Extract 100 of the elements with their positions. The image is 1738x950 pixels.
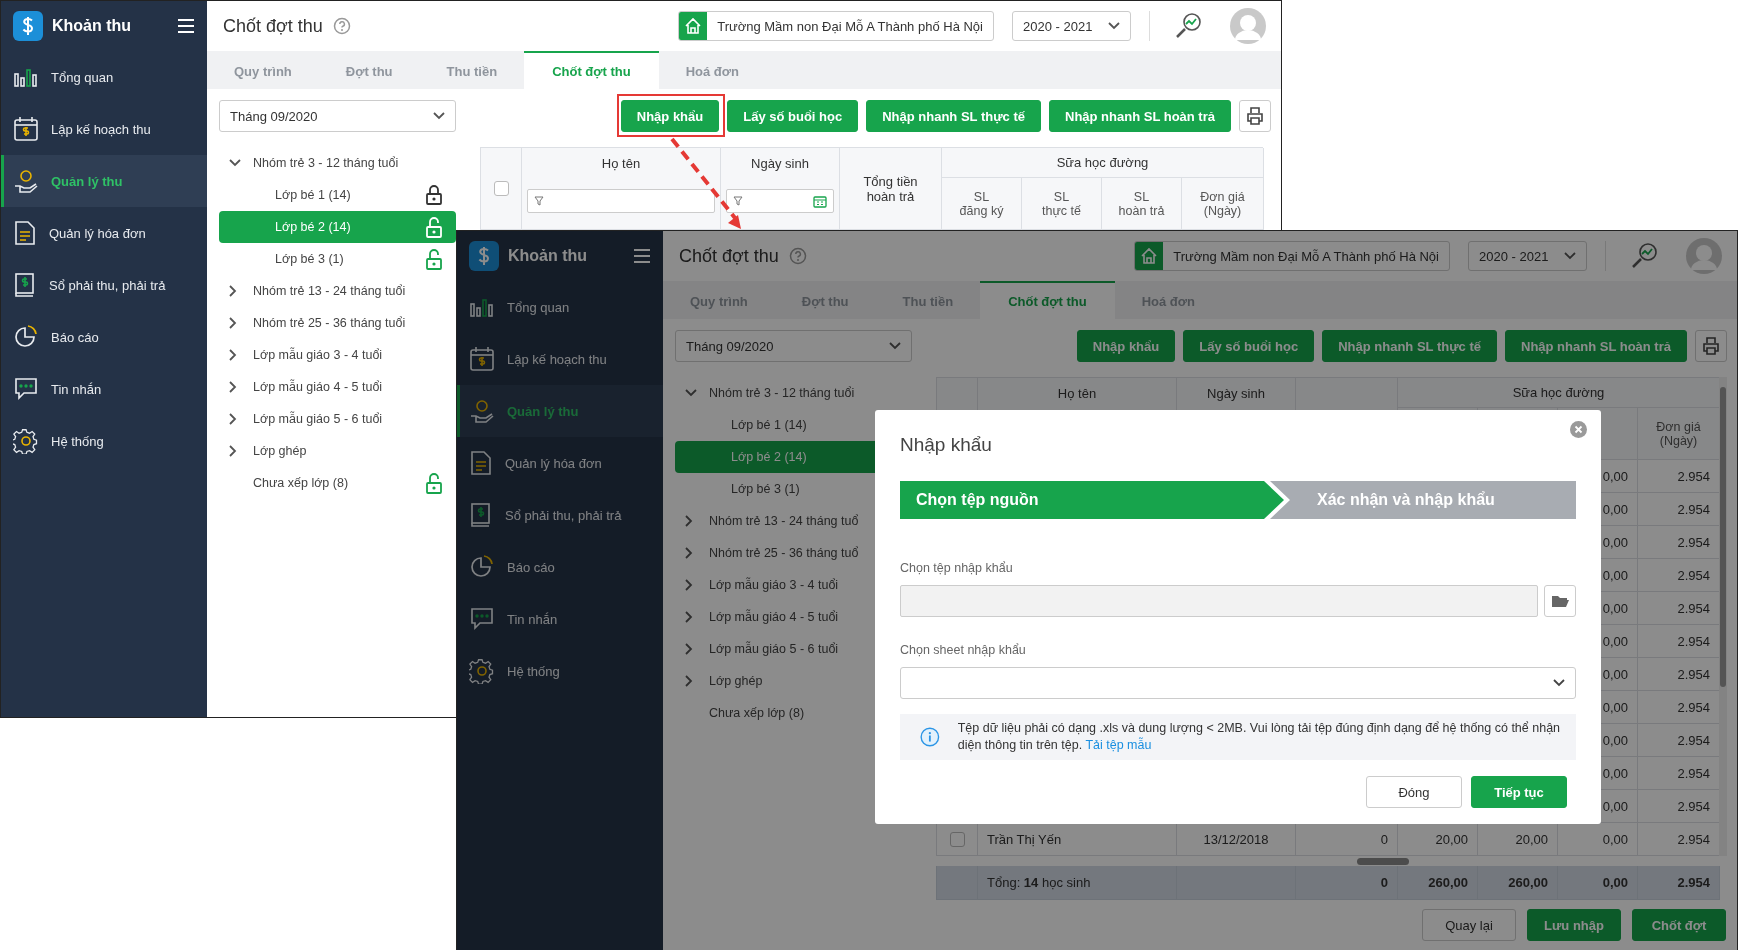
print-button[interactable] [1239, 100, 1271, 132]
table-cell: 0,00 [1602, 600, 1628, 616]
browse-button[interactable] [1544, 585, 1576, 617]
month-select[interactable]: Tháng 09/2020 [675, 330, 912, 362]
table-cell: 0,00 [1602, 666, 1628, 682]
nav-item[interactable]: Hệ thống [457, 645, 663, 697]
tree-item[interactable]: Nhóm trẻ 3 - 12 tháng tuổi [219, 147, 456, 179]
toolbar-button[interactable]: Nhập khẩu [620, 100, 720, 132]
tree-item[interactable]: Lớp mẫu giáo 5 - 6 tuổi [219, 403, 456, 435]
nav-item[interactable]: Báo cáo [457, 541, 663, 593]
year-select[interactable]: 2020 - 2021 [1468, 241, 1587, 271]
toolbar-button[interactable]: Lấy số buổi học [727, 100, 859, 132]
toolbar-button[interactable]: Nhập khẩu [1076, 330, 1176, 362]
table-cell: 0,00 [1602, 765, 1628, 781]
table-cell: 2.954 [1677, 468, 1710, 484]
tree-item[interactable]: Nhóm trẻ 3 - 12 tháng tuổi [675, 377, 912, 409]
nav-item[interactable]: Quản lý thu [457, 385, 663, 437]
tree-item[interactable]: Lớp mẫu giáo 3 - 4 tuổi [219, 339, 456, 371]
school-selector[interactable]: Trường Mầm non Đại Mỗ A Thành phố Hà Nội [1134, 241, 1450, 271]
scrollbar-thumb[interactable] [1357, 857, 1409, 865]
tab[interactable]: Chốt đợt thu [524, 51, 659, 89]
table-cell: Trần Thị Yến [987, 831, 1062, 847]
tree-item[interactable]: Lớp bé 3 (1) [219, 243, 456, 275]
toolbar-button[interactable]: Nhập nhanh SL hoàn trả [1505, 330, 1687, 362]
file-field[interactable] [900, 585, 1538, 617]
tree-item[interactable]: Lớp bé 1 (14) [219, 179, 456, 211]
filter-field[interactable] [527, 189, 715, 213]
open-padlock-icon[interactable] [426, 472, 442, 494]
toolbar-button[interactable]: Nhập nhanh SL hoàn trả [1049, 100, 1231, 132]
nav-item[interactable]: Tổng quan [1, 51, 207, 103]
menu-icon [177, 18, 195, 34]
toolbar-button[interactable]: Lấy số buổi học [1183, 330, 1315, 362]
calendar-icon [469, 346, 495, 372]
help-icon [332, 17, 351, 35]
nav-item[interactable]: Tin nhắn [1, 363, 207, 415]
nav-item[interactable]: Quản lý hóa đơn [1, 207, 207, 259]
close-icon[interactable] [1570, 421, 1587, 438]
column-header: Sữa học đường [942, 148, 1264, 178]
toolbar-button[interactable]: Nhập nhanh SL thực tế [1322, 330, 1497, 362]
padlock-icon[interactable] [426, 185, 442, 205]
nav-item[interactable]: Báo cáo [1, 311, 207, 363]
printer-icon [1246, 107, 1264, 125]
dialog-button[interactable]: Tiếp tục [1471, 776, 1567, 808]
total-cell: 0,00 [1558, 866, 1638, 900]
tree-item[interactable]: Chưa xếp lớp (8) [219, 467, 456, 499]
nav-item[interactable]: Sổ phải thu, phải trả [1, 259, 207, 311]
footer-button[interactable]: Chốt đợt [1632, 909, 1726, 941]
app-name: Khoản thu [508, 247, 589, 265]
info-text: Tệp dữ liệu phải có dạng .xls và dung lượng < 2MB. Vui lòng tải tệp đúng định dạng để hệ thống có thể nhận diện thông tin trên tệp. Tải tệp mẫu [957, 720, 1562, 754]
avatar-icon[interactable] [1686, 238, 1722, 274]
school-selector[interactable]: Trường Mầm non Đại Mỗ A Thành phố Hà Nội [678, 11, 994, 41]
checkbox[interactable] [493, 181, 509, 196]
tree-item[interactable]: Nhóm trẻ 13 - 24 tháng tuổi [219, 275, 456, 307]
folder-icon [1551, 594, 1569, 608]
nav-item[interactable]: Lập kế hoạch thu [1, 103, 207, 155]
tab[interactable]: Đợt thu [318, 51, 420, 89]
filter-icon [534, 196, 544, 206]
tree-item[interactable]: Nhóm trẻ 25 - 36 tháng tuổi [219, 307, 456, 339]
table-cell: 0,00 [1602, 567, 1628, 583]
toolbar-button[interactable]: Nhập nhanh SL thực tế [866, 100, 1041, 132]
magnifier-chart-icon [1174, 12, 1202, 40]
scrollbar[interactable] [1719, 377, 1727, 856]
open-padlock-icon[interactable] [426, 216, 442, 238]
chevron-right-icon [229, 285, 237, 297]
nav-item[interactable]: Quản lý hóa đơn [457, 437, 663, 489]
table-cell: 0,00 [1602, 798, 1628, 814]
nav-item[interactable]: Lập kế hoạch thu [457, 333, 663, 385]
tree-item[interactable]: Lớp ghép [219, 435, 456, 467]
nav-item[interactable]: Tin nhắn [457, 593, 663, 645]
tree-item[interactable]: Lớp mẫu giáo 4 - 5 tuổi [219, 371, 456, 403]
year-select[interactable]: 2020 - 2021 [1012, 11, 1131, 41]
pie-chart-icon [13, 324, 39, 350]
dialog-button[interactable]: Đóng [1366, 776, 1462, 808]
tab[interactable]: Quy trình [207, 51, 319, 89]
open-padlock-icon[interactable] [426, 248, 442, 270]
checkbox[interactable] [949, 831, 965, 847]
filter-field[interactable] [726, 189, 834, 213]
footer-button[interactable]: Lưu nhập [1527, 909, 1621, 941]
tab[interactable]: Hoá đơn [658, 51, 766, 89]
total-label: Tổng: 14 học sinh [978, 866, 1177, 900]
nav-item[interactable]: Hệ thống [1, 415, 207, 467]
template-link[interactable]: Tải tệp mẫu [1085, 738, 1152, 752]
print-button[interactable] [1695, 330, 1727, 362]
month-select[interactable]: Tháng 09/2020 [219, 100, 456, 132]
tree-item[interactable]: Lớp bé 2 (14) [219, 211, 456, 243]
footer-button[interactable]: Quay lại [1422, 909, 1516, 941]
house-icon [684, 17, 703, 35]
nav-item[interactable]: Tổng quan [457, 281, 663, 333]
table-cell: 2.954 [1677, 600, 1710, 616]
tab[interactable]: Chốt đợt thu [980, 281, 1115, 319]
tab[interactable]: Thu tiền [419, 51, 525, 89]
nav-item[interactable]: Sổ phải thu, phải trả [457, 489, 663, 541]
document-icon [469, 450, 493, 476]
sheet-select[interactable] [900, 667, 1576, 699]
table-cell: 0,00 [1602, 468, 1628, 484]
avatar-icon[interactable] [1230, 8, 1266, 44]
nav-item[interactable]: Quản lý thu [1, 155, 207, 207]
total-cell: 260,00 [1398, 866, 1478, 900]
chevron-right-icon [229, 349, 237, 361]
table-cell: 2.954 [1677, 534, 1710, 550]
